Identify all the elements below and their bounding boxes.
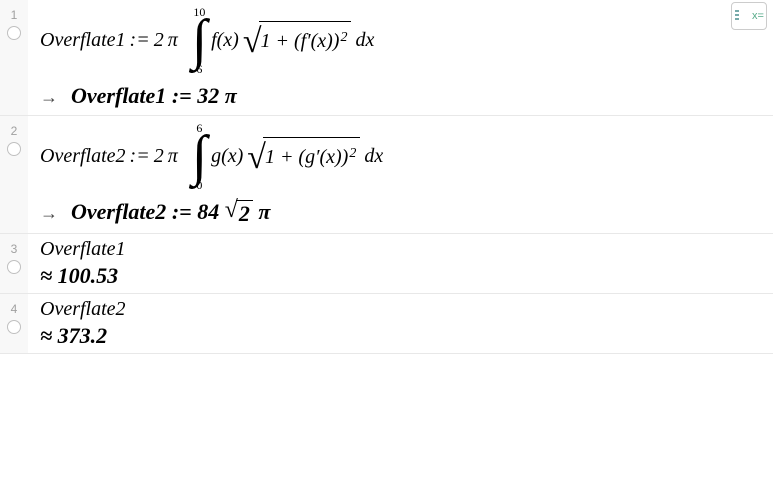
approx-symbol: ≈ [40, 323, 52, 348]
substitute-label: x= [752, 10, 764, 22]
pi-symbol: π [168, 145, 178, 168]
out-assign: := [172, 83, 192, 108]
coef: 2 [154, 29, 164, 52]
out-lhs: Overflate1 [71, 83, 166, 108]
lhs-name: Overflate1 [40, 29, 126, 52]
output-expression: ≈ 100.53 [40, 263, 763, 289]
approx-symbol: ≈ [40, 263, 52, 288]
output-arrow: → [40, 87, 58, 107]
input-expression[interactable]: Overflate2 [40, 298, 763, 321]
integrand-func: f(x) [211, 29, 239, 52]
integral: 10 ∫ 6 [192, 6, 207, 75]
row-content: Overflate2 := 2 π 6 ∫ 0 g(x) √ 1 + ( [28, 116, 773, 233]
integral-lower: 0 [196, 179, 202, 191]
row-marble[interactable] [7, 260, 21, 274]
integral-symbol: ∫ [192, 134, 207, 179]
approx-value: 100.53 [58, 263, 119, 288]
integrand-func: g(x) [211, 145, 243, 168]
out-pi: π [225, 83, 237, 108]
lhs-name: Overflate2 [40, 145, 126, 168]
sqrt-val: 2 [236, 200, 253, 227]
out-lhs: Overflate2 [71, 199, 166, 224]
row-gutter: 1 [0, 0, 28, 115]
sqrt-suffix: ) [333, 30, 340, 53]
power: 2 [340, 30, 347, 46]
row-index: 4 [11, 302, 18, 316]
approx-value: 373.2 [58, 323, 108, 348]
substitute-button[interactable]: x= [731, 2, 767, 30]
derivative: f′(x) [301, 30, 333, 53]
row-index: 3 [11, 242, 18, 256]
input-ref: Overflate2 [40, 298, 126, 320]
output-expression: ≈ 373.2 [40, 323, 763, 349]
row-content: Overflate2 ≈ 373.2 [28, 294, 773, 353]
row-content: Overflate1 := 2 π 10 ∫ 6 f(x) √ 1 + ( [28, 0, 773, 115]
cas-rows: 1 Overflate1 := 2 π 10 ∫ 6 f(x) [0, 0, 773, 354]
input-expression[interactable]: Overflate1 [40, 238, 763, 261]
sqrt-prefix: 1 + ( [265, 146, 305, 169]
row-gutter: 4 [0, 294, 28, 353]
pi-symbol: π [168, 29, 178, 52]
cas-row[interactable]: 3 Overflate1 ≈ 100.53 [0, 234, 773, 294]
row-index: 1 [11, 8, 18, 22]
assign-op: := [130, 145, 150, 168]
cas-row[interactable]: 2 Overflate2 := 2 π 6 ∫ 0 g(x) [0, 116, 773, 234]
sqrt-suffix: ) [342, 146, 349, 169]
row-marble[interactable] [7, 320, 21, 334]
row-marble[interactable] [7, 26, 21, 40]
row-gutter: 3 [0, 234, 28, 293]
derivative: g′(x) [305, 146, 342, 169]
row-gutter: 2 [0, 116, 28, 233]
sqrt: √ 1 + ( g′(x) ) 2 [247, 137, 360, 175]
cas-row[interactable]: 1 Overflate1 := 2 π 10 ∫ 6 f(x) [0, 0, 773, 116]
substitute-icon [734, 8, 750, 24]
out-val: 32 [197, 83, 219, 108]
sqrt-prefix: 1 + ( [261, 30, 301, 53]
out-assign: := [172, 199, 192, 224]
out-val: 84 [197, 199, 219, 224]
output-arrow: → [40, 203, 58, 223]
input-expression[interactable]: Overflate2 := 2 π 6 ∫ 0 g(x) √ 1 + ( [40, 122, 763, 191]
integral: 6 ∫ 0 [192, 122, 207, 191]
output-expression: → Overflate1 := 32 π [40, 83, 763, 109]
dx: dx [355, 29, 374, 52]
integral-lower: 6 [196, 63, 202, 75]
out-sqrt: √ 2 [225, 200, 253, 227]
cas-row[interactable]: 4 Overflate2 ≈ 373.2 [0, 294, 773, 354]
sqrt: √ 1 + ( f′(x) ) 2 [243, 21, 352, 59]
sqrt-body: 1 + ( f′(x) ) 2 [259, 21, 352, 59]
integral-symbol: ∫ [192, 18, 207, 63]
dx: dx [364, 145, 383, 168]
input-expression[interactable]: Overflate1 := 2 π 10 ∫ 6 f(x) √ 1 + ( [40, 6, 763, 75]
input-ref: Overflate1 [40, 238, 126, 260]
row-marble[interactable] [7, 142, 21, 156]
row-content: Overflate1 ≈ 100.53 [28, 234, 773, 293]
assign-op: := [130, 29, 150, 52]
row-index: 2 [11, 124, 18, 138]
sqrt-body: 1 + ( g′(x) ) 2 [263, 137, 360, 175]
output-expression: → Overflate2 := 84 √ 2 π [40, 199, 763, 227]
power: 2 [349, 146, 356, 162]
coef: 2 [154, 145, 164, 168]
out-pi: π [258, 199, 270, 224]
